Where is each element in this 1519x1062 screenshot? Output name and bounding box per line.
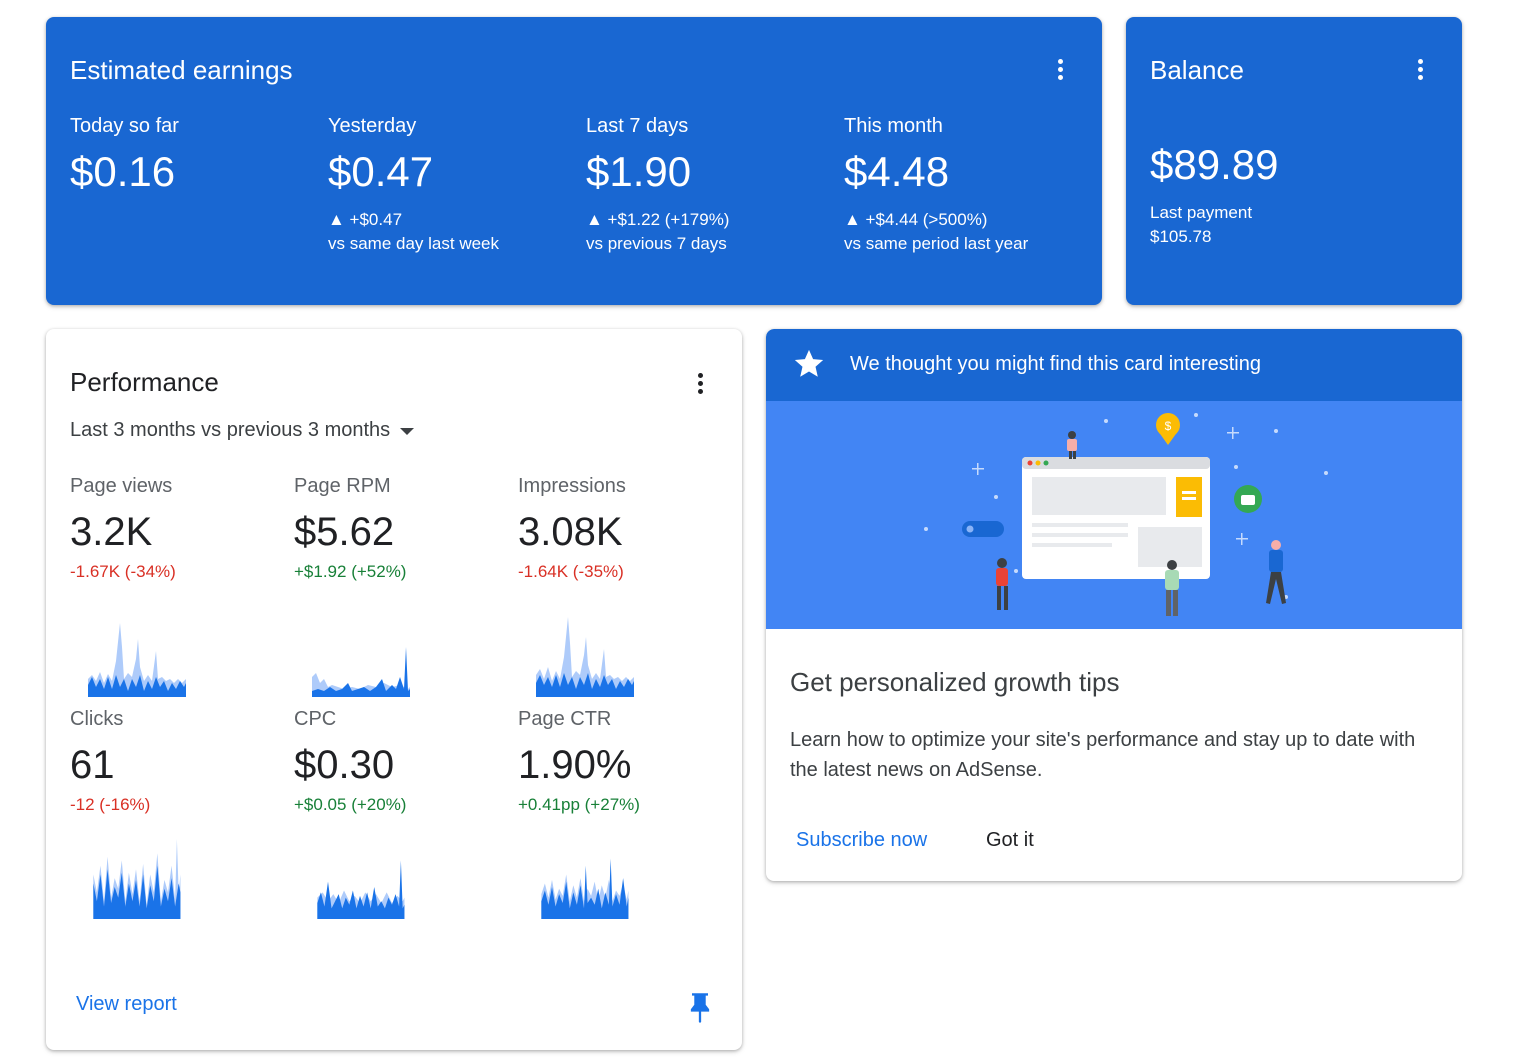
- metric-value: $1.90: [586, 148, 692, 195]
- sparkline-clicks: [93, 839, 181, 919]
- metric-value: $5.62: [294, 510, 395, 554]
- metric-value: 1.90%: [518, 743, 632, 787]
- pin-icon[interactable]: [686, 991, 714, 1023]
- earnings-this-month: This month $4.48 ▲ +$4.44 (>500%) vs sam…: [844, 115, 1102, 256]
- metric-label: Last 7 days: [586, 115, 689, 137]
- metric-label: Impressions: [518, 475, 626, 497]
- balance-title: Balance: [1150, 55, 1244, 85]
- metric-page-ctr[interactable]: Page CTR 1.90% +0.41pp (+27%): [518, 708, 742, 815]
- balance-card: Balance $89.89 Last payment $105.78: [1126, 17, 1462, 305]
- earnings-yesterday: Yesterday $0.47 ▲ +$0.47 vs same day las…: [328, 115, 586, 256]
- more-vert-icon[interactable]: [1048, 57, 1072, 81]
- metric-label: This month: [844, 115, 943, 137]
- metric-value: 3.2K: [70, 510, 153, 554]
- tips-header: We thought you might find this card inte…: [766, 329, 1462, 401]
- sparkline-impressions: [536, 617, 634, 697]
- metric-value: $0.30: [294, 743, 395, 787]
- date-range-label: Last 3 months vs previous 3 months: [70, 419, 391, 441]
- metric-change: +0.41pp (+27%): [518, 795, 640, 814]
- performance-card: Performance Last 3 months vs previous 3 …: [46, 329, 742, 1050]
- date-range-dropdown[interactable]: Last 3 months vs previous 3 months: [70, 419, 415, 442]
- got-it-button[interactable]: Got it: [986, 829, 1034, 852]
- metric-label: Page RPM: [294, 475, 391, 497]
- sparkline-page-rpm: [312, 647, 410, 697]
- metric-value: $0.47: [328, 148, 434, 195]
- metric-label: CPC: [294, 708, 337, 730]
- metric-change: -1.64K (-35%): [518, 562, 624, 581]
- tips-header-text: We thought you might find this card inte…: [850, 353, 1261, 375]
- last-payment-value: $105.78: [1150, 227, 1212, 246]
- metric-page-rpm[interactable]: Page RPM $5.62 +$1.92 (+52%): [294, 475, 518, 582]
- sparkline-page-views: [88, 623, 186, 697]
- metric-label: Clicks: [70, 708, 124, 730]
- metric-value: 3.08K: [518, 510, 623, 554]
- last-payment-label: Last payment: [1150, 203, 1253, 222]
- metric-label: Page CTR: [518, 708, 612, 730]
- growth-tips-card: We thought you might find this card inte…: [766, 329, 1462, 881]
- metric-value: 61: [70, 743, 115, 787]
- earnings-title: Estimated earnings: [70, 55, 293, 85]
- metric-compare: vs same period last year: [844, 234, 1029, 253]
- performance-title: Performance: [70, 367, 219, 397]
- growth-tips-illustration: $: [766, 401, 1462, 629]
- more-vert-icon[interactable]: [688, 371, 712, 395]
- metric-value: $0.16: [70, 148, 176, 195]
- balance-value: $89.89: [1150, 141, 1279, 188]
- metric-compare: vs previous 7 days: [586, 234, 727, 253]
- metric-label: Yesterday: [328, 115, 417, 137]
- arrow-drop-down-icon: [400, 428, 415, 435]
- metric-change: ▲ +$4.44 (>500%): [844, 210, 988, 229]
- metric-impressions[interactable]: Impressions 3.08K -1.64K (-35%): [518, 475, 742, 582]
- more-vert-icon[interactable]: [1408, 57, 1432, 81]
- metric-clicks[interactable]: Clicks 61 -12 (-16%): [70, 708, 294, 815]
- svg-text:$: $: [1165, 419, 1172, 433]
- star-icon: [794, 349, 824, 377]
- subscribe-now-button[interactable]: Subscribe now: [796, 829, 927, 852]
- view-report-link[interactable]: View report: [76, 993, 177, 1016]
- earnings-last-7-days: Last 7 days $1.90 ▲ +$1.22 (+179%) vs pr…: [586, 115, 844, 256]
- sparkline-page-ctr: [541, 858, 629, 919]
- metric-change: ▲ +$1.22 (+179%): [586, 210, 730, 229]
- metric-change: -12 (-16%): [70, 795, 151, 814]
- metric-cpc[interactable]: CPC $0.30 +$0.05 (+20%): [294, 708, 518, 815]
- metric-change: +$1.92 (+52%): [294, 562, 407, 581]
- metric-change: -1.67K (-34%): [70, 562, 176, 581]
- metric-compare: vs same day last week: [328, 234, 500, 253]
- tips-body: Learn how to optimize your site's perfor…: [790, 729, 1416, 781]
- metric-label: Page views: [70, 475, 173, 497]
- estimated-earnings-card: Estimated earnings Today so far $0.16 Ye…: [46, 17, 1102, 305]
- tips-title: Get personalized growth tips: [790, 667, 1120, 697]
- metric-page-views[interactable]: Page views 3.2K -1.67K (-34%): [70, 475, 294, 582]
- earnings-today: Today so far $0.16: [70, 115, 328, 196]
- metric-label: Today so far: [70, 115, 179, 137]
- metric-value: $4.48: [844, 148, 950, 195]
- sparkline-cpc: [317, 860, 405, 919]
- metric-change: ▲ +$0.47: [328, 210, 403, 229]
- metric-change: +$0.05 (+20%): [294, 795, 407, 814]
